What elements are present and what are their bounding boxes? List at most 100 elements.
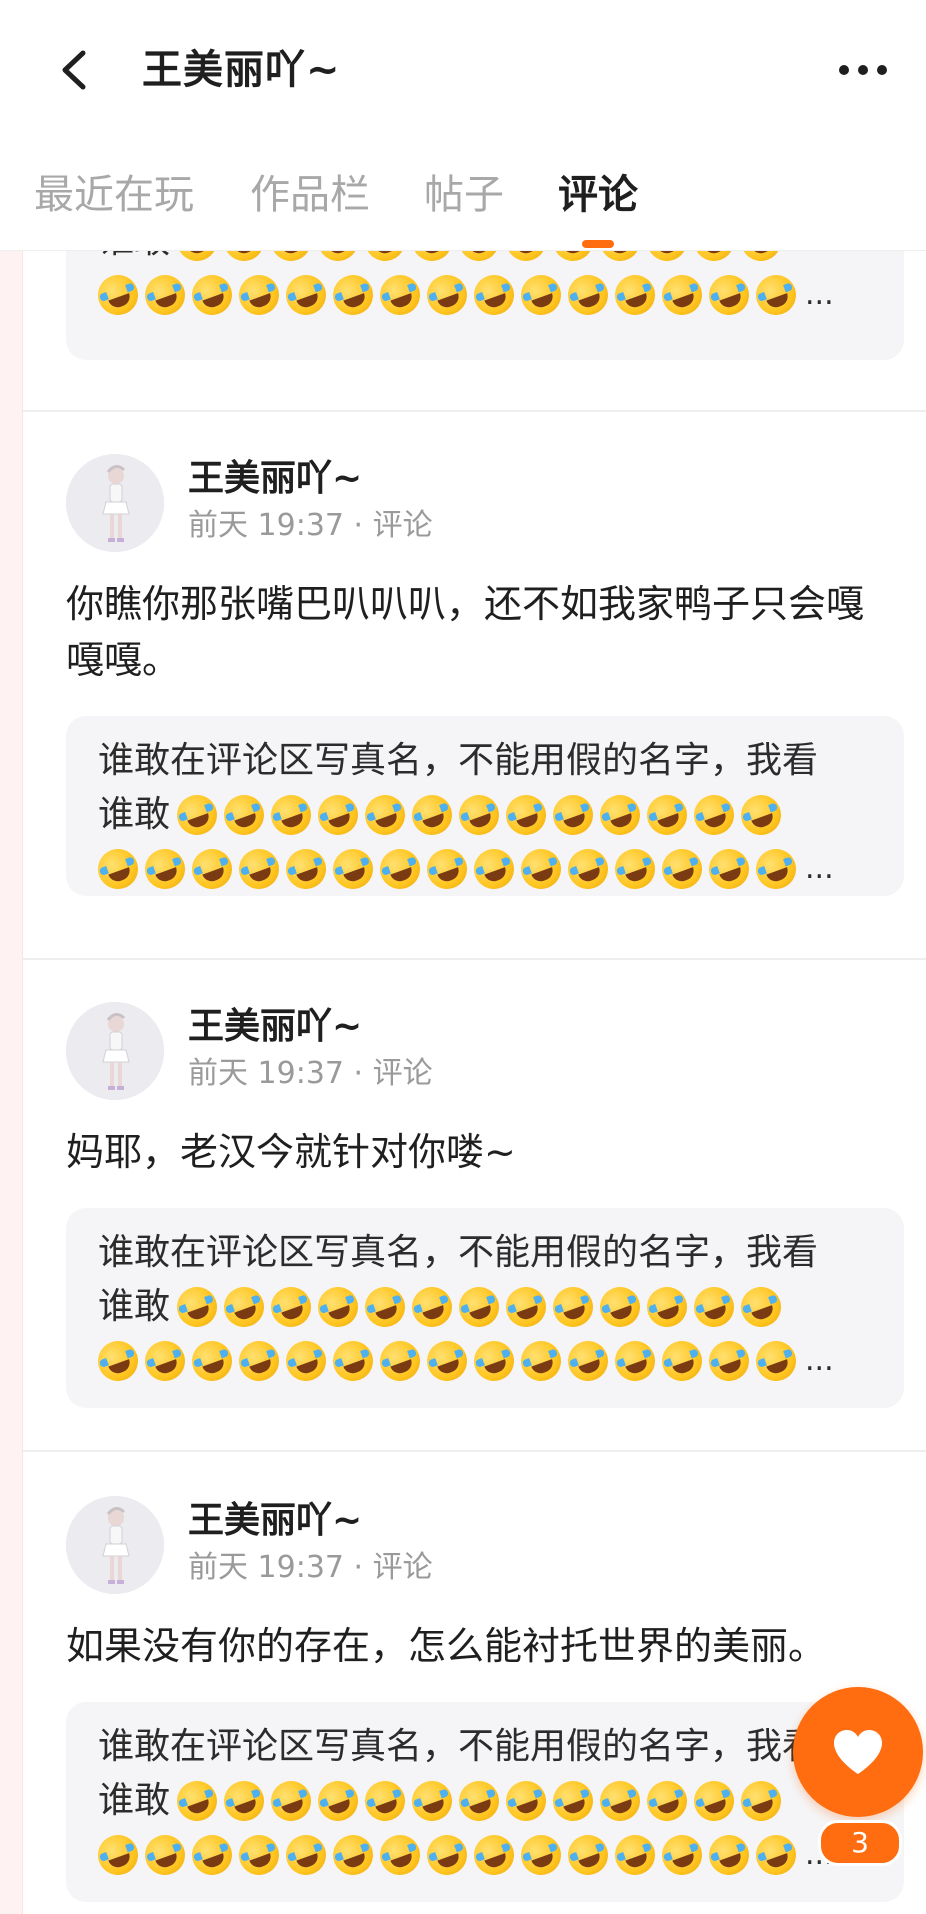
tab-posts[interactable]: 帖子 (424, 170, 504, 220)
post-header: 王美丽吖~ 前天 19:37 · 评论 (66, 1002, 866, 1102)
laughing-emoji-icon (453, 250, 505, 267)
laughing-emoji-icon (280, 1335, 332, 1387)
laughing-emoji-icon (327, 843, 379, 895)
tab-comments[interactable]: 评论 (558, 170, 638, 220)
laughing-emoji-icon (421, 1829, 473, 1881)
laughing-emoji-icon (688, 1775, 740, 1827)
laughing-emoji-icon (688, 250, 740, 267)
laughing-emoji-icon (312, 250, 364, 267)
laughing-emoji-icon (547, 1281, 599, 1333)
laughing-emoji-icon (218, 789, 270, 841)
laughing-emoji-icon (374, 843, 426, 895)
laughing-emoji-icon (656, 1335, 708, 1387)
post-author-name[interactable]: 王美丽吖~ (188, 1498, 362, 1544)
laughing-emoji-icon (594, 789, 646, 841)
side-decoration (0, 250, 23, 1914)
quote-lead-text: 谁敢 (98, 794, 171, 835)
laughing-emoji-icon (171, 1775, 223, 1827)
comment-text: 妈耶，老汉今就针对你喽~ (66, 1130, 516, 1174)
tab-recently-played[interactable]: 最近在玩 (34, 170, 194, 220)
laughing-emoji-icon (656, 1829, 708, 1881)
laughing-emoji-icon (186, 1829, 238, 1881)
quote-emoji-line: 谁敢 (98, 1280, 872, 1334)
post-author-name[interactable]: 王美丽吖~ (188, 1004, 362, 1050)
laughing-emoji-icon (218, 1281, 270, 1333)
laughing-emoji-icon (233, 1335, 285, 1387)
laughing-emoji-icon (98, 269, 144, 321)
laughing-emoji-icon (515, 843, 567, 895)
more-dot-icon (858, 65, 868, 75)
post-author-name[interactable]: 王美丽吖~ (188, 456, 362, 502)
laughing-emoji-icon (139, 1335, 191, 1387)
tab-works[interactable]: 作品栏 (250, 170, 370, 220)
quoted-content[interactable]: 谁敢 ... (66, 250, 904, 360)
laughing-emoji-icon (609, 1829, 661, 1881)
quote-emoji-line: ... (98, 842, 872, 896)
laughing-emoji-icon (594, 1281, 646, 1333)
laughing-emoji-icon (703, 1335, 755, 1387)
laughing-emoji-icon (609, 843, 661, 895)
laughing-emoji-icon (265, 250, 317, 267)
quote-lead-text: 谁敢 (98, 1780, 171, 1821)
laughing-emoji-icon (312, 789, 364, 841)
laughing-emoji-icon (359, 1281, 411, 1333)
laughing-emoji-icon (218, 250, 270, 267)
laughing-emoji-icon (186, 269, 238, 321)
laughing-emoji-icon (186, 843, 238, 895)
laughing-emoji-icon (406, 1775, 458, 1827)
avatar[interactable] (66, 1496, 164, 1594)
laughing-emoji-icon (139, 269, 191, 321)
quote-lead-text: 谁敢 (98, 250, 170, 268)
laughing-emoji-icon (280, 843, 332, 895)
laughing-emoji-icon (406, 250, 458, 267)
post-timestamp: 前天 19:37 · 评论 (188, 1056, 433, 1091)
quote-ellipsis: ... (805, 277, 834, 312)
laughing-emoji-icon (735, 250, 787, 267)
quote-text-line: 谁敢在评论区写真名，不能用假的名字，我看 (98, 1726, 819, 1767)
laughing-emoji-icon (468, 1335, 520, 1387)
laughing-emoji-icon (735, 789, 787, 841)
laughing-emoji-icon (468, 269, 520, 321)
chevron-left-icon (62, 50, 86, 90)
more-dot-icon (839, 65, 849, 75)
more-options-button[interactable] (828, 50, 898, 90)
laughing-emoji-icon (703, 843, 755, 895)
laughing-emoji-icon (280, 1829, 332, 1881)
comment-text: 你瞧你那张嘴巴叭叭叭，还不如我家鸭子只会嘎嘎嘎。 (66, 582, 865, 682)
quoted-content[interactable]: 谁敢在评论区写真名，不能用假的名字，我看 谁敢 ... (66, 1702, 904, 1902)
quote-lead-text: 谁敢 (98, 1286, 171, 1327)
laughing-emoji-icon (547, 1775, 599, 1827)
avatar[interactable] (66, 1002, 164, 1100)
quoted-content[interactable]: 谁敢在评论区写真名，不能用假的名字，我看 谁敢 ... (66, 1208, 904, 1408)
back-button[interactable] (48, 40, 100, 100)
laughing-emoji-icon (562, 1335, 614, 1387)
laughing-emoji-icon (562, 1829, 614, 1881)
laughing-emoji-icon (98, 1335, 144, 1387)
avatar-figure-icon (66, 454, 164, 552)
quote-text-line: 谁敢在评论区写真名，不能用假的名字，我看 (98, 1232, 819, 1273)
quote-emoji-line: 谁敢 (98, 788, 872, 842)
laughing-emoji-icon (359, 250, 411, 267)
avatar[interactable] (66, 454, 164, 552)
divider (22, 1450, 926, 1452)
laughing-emoji-icon (609, 269, 661, 321)
laughing-emoji-icon (312, 1281, 364, 1333)
laughing-emoji-icon (703, 269, 755, 321)
divider (22, 958, 926, 960)
comment-feed[interactable]: 谁敢 ... 王美丽吖~ 前天 19:37 · 评论 你瞧你那张嘴巴叭叭叭，还不 (22, 250, 926, 1914)
more-dot-icon (877, 65, 887, 75)
laughing-emoji-icon (594, 1775, 646, 1827)
page-title: 王美丽吖~ (142, 47, 341, 93)
laughing-emoji-icon (641, 789, 693, 841)
quoted-content[interactable]: 谁敢在评论区写真名，不能用假的名字，我看 谁敢 ... (66, 716, 904, 896)
comment-text: 如果没有你的存在，怎么能衬托世界的美丽。 (66, 1624, 827, 1668)
laughing-emoji-icon (327, 1335, 379, 1387)
laughing-emoji-icon (515, 1829, 567, 1881)
post-header: 王美丽吖~ 前天 19:37 · 评论 (66, 454, 866, 554)
laughing-emoji-icon (750, 269, 802, 321)
laughing-emoji-icon (735, 1775, 787, 1827)
laughing-emoji-icon (547, 250, 599, 267)
like-button[interactable] (793, 1687, 923, 1817)
quote-emoji-line: ... (98, 268, 872, 322)
laughing-emoji-icon (468, 843, 520, 895)
